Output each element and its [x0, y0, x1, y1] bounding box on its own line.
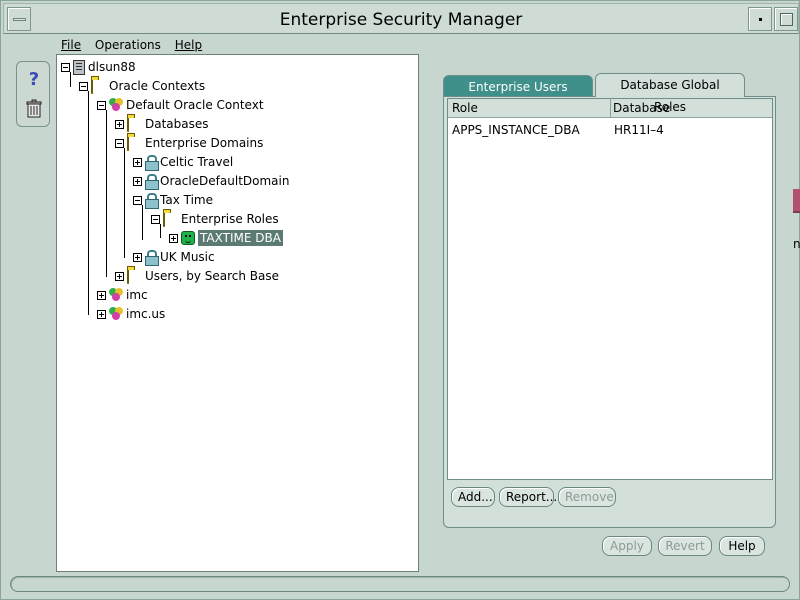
apply-button[interactable]: Apply — [602, 536, 652, 556]
tree-node-uk-music[interactable]: UK Music — [133, 248, 215, 266]
expand-icon[interactable] — [115, 119, 124, 129]
expand-icon[interactable] — [133, 157, 142, 167]
title-bar: Enterprise Security Manager — [3, 3, 799, 34]
oracle-context-icon — [109, 288, 123, 302]
tree-node-oracle-contexts[interactable]: Oracle Contexts — [79, 77, 205, 95]
window-title: Enterprise Security Manager — [279, 10, 523, 30]
collapse-icon[interactable] — [79, 81, 88, 91]
folder-icon — [127, 135, 129, 151]
tree-node-tax-time[interactable]: Tax Time — [133, 191, 213, 209]
tree-line — [106, 110, 107, 277]
selected-node-label: TAXTIME DBA — [198, 230, 283, 246]
tree-node-users-by-search-base[interactable]: Users, by Search Base — [115, 267, 279, 285]
maximize-icon — [780, 13, 793, 26]
side-toolbar: ? — [16, 61, 50, 127]
tree-node-oracle-default-domain[interactable]: OracleDefaultDomain — [133, 172, 289, 190]
maximize-button[interactable] — [774, 7, 798, 31]
tree-node-default-context[interactable]: Default Oracle Context — [97, 96, 264, 114]
tree-node-databases[interactable]: Databases — [115, 115, 209, 133]
domain-lock-icon — [145, 174, 159, 190]
collapse-icon[interactable] — [61, 62, 70, 72]
revert-button[interactable]: Revert — [658, 536, 712, 556]
tree-line — [88, 91, 89, 315]
background-window-edge — [793, 189, 800, 211]
background-window-text: n — [793, 237, 800, 251]
trash-icon[interactable] — [25, 99, 43, 119]
cell-role: APPS_INSTANCE_DBA — [452, 123, 580, 137]
domain-lock-icon — [145, 155, 159, 171]
add-button[interactable]: Add... — [451, 487, 495, 507]
help-icon[interactable]: ? — [25, 70, 43, 90]
tree-node-imc-us[interactable]: imc.us — [97, 305, 165, 323]
collapse-icon[interactable] — [97, 100, 106, 110]
cell-database: HR11I–4 — [614, 123, 664, 137]
collapse-icon[interactable] — [133, 195, 142, 205]
tree-node-imc[interactable]: imc — [97, 286, 148, 304]
folder-icon — [91, 78, 93, 94]
tree-node-root[interactable]: dlsun88 — [61, 58, 136, 76]
global-roles-table[interactable]: Role Database APPS_INSTANCE_DBA HR11I–4 — [447, 98, 773, 480]
role-icon — [181, 231, 195, 245]
folder-icon — [127, 268, 129, 284]
report-button[interactable]: Report... — [499, 487, 557, 507]
collapse-icon[interactable] — [115, 138, 124, 148]
expand-icon[interactable] — [115, 271, 124, 281]
expand-icon[interactable] — [133, 252, 142, 262]
column-divider[interactable] — [610, 99, 611, 118]
folder-icon — [163, 211, 165, 227]
menu-help[interactable]: Help — [175, 38, 202, 52]
app-window: Enterprise Security Manager File Operati… — [0, 0, 800, 600]
background-window-edge-line — [793, 211, 800, 213]
tree-line — [142, 205, 143, 240]
tree-node-enterprise-roles[interactable]: Enterprise Roles — [151, 210, 279, 228]
column-header-role[interactable]: Role — [452, 101, 478, 115]
help-button[interactable]: Help — [719, 536, 765, 556]
collapse-icon[interactable] — [151, 214, 160, 224]
oracle-context-icon — [109, 98, 123, 112]
minimize-button[interactable] — [748, 7, 772, 31]
tab-database-global-roles[interactable]: Database Global Roles — [595, 73, 745, 114]
oracle-context-icon — [109, 307, 123, 321]
server-icon — [73, 59, 85, 75]
table-row[interactable]: APPS_INSTANCE_DBA HR11I–4 — [448, 121, 772, 139]
tree-line — [124, 148, 125, 258]
domain-lock-icon — [145, 250, 159, 266]
tree-node-enterprise-domains[interactable]: Enterprise Domains — [115, 134, 263, 152]
expand-icon[interactable] — [169, 233, 178, 243]
domain-lock-icon — [145, 193, 159, 209]
menu-operations[interactable]: Operations — [95, 38, 161, 52]
tree-node-taxtime-dba[interactable]: TAXTIME DBA — [169, 229, 283, 247]
status-bar — [10, 576, 790, 592]
table-header: Role Database — [448, 99, 772, 118]
directory-tree[interactable]: dlsun88 Oracle Contexts Default Oracle C… — [56, 54, 419, 572]
minimize-icon — [759, 18, 762, 21]
expand-icon[interactable] — [97, 290, 106, 300]
tab-enterprise-users[interactable]: Enterprise Users — [443, 75, 593, 97]
folder-icon — [127, 116, 129, 132]
remove-button[interactable]: Remove — [558, 487, 616, 507]
menu-bar: File Operations Help — [61, 38, 212, 54]
expand-icon[interactable] — [133, 176, 142, 186]
expand-icon[interactable] — [97, 309, 106, 319]
tree-node-celtic-travel[interactable]: Celtic Travel — [133, 153, 233, 171]
menu-file[interactable]: File — [61, 38, 81, 52]
